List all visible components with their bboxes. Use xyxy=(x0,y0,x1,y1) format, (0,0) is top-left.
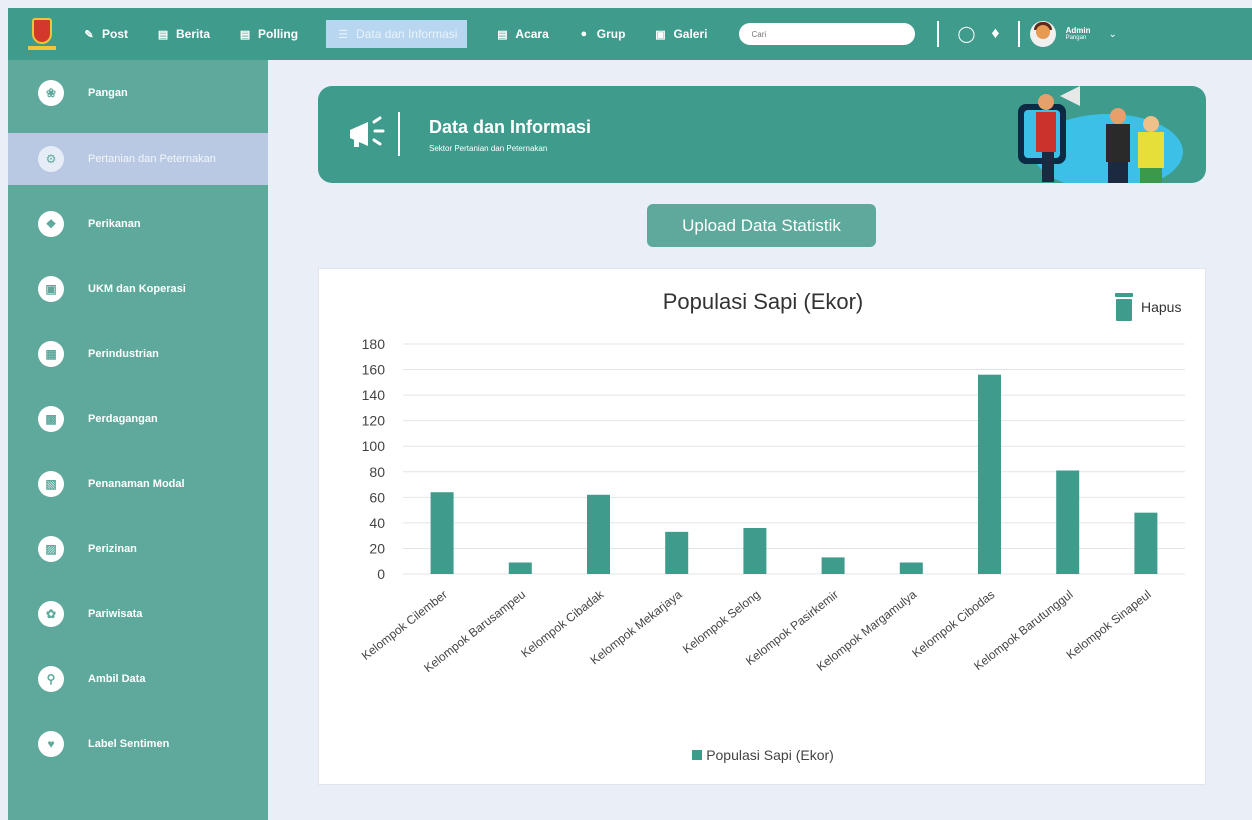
banner-divider xyxy=(398,112,400,156)
nav-galeri[interactable]: ▣ Galeri xyxy=(653,20,707,48)
x-tick-label: Kelompok Selong xyxy=(680,587,763,656)
bell-icon[interactable]: ♦ xyxy=(991,25,999,43)
divider xyxy=(1017,21,1020,47)
logo[interactable] xyxy=(28,18,56,50)
chart-bar xyxy=(1056,470,1080,574)
chart-legend: Populasi Sapi (Ekor) xyxy=(319,747,1207,763)
upload-data-button[interactable]: Upload Data Statistik xyxy=(647,204,876,247)
people-illustration xyxy=(1018,86,1183,183)
sidebar-item-perindustrian[interactable]: ▦ Perindustrian xyxy=(8,321,268,386)
y-tick-label: 160 xyxy=(362,362,386,378)
sidebar-item-label-sentimen[interactable]: ♥ Label Sentimen xyxy=(8,711,268,776)
leaf-icon: ❀ xyxy=(38,79,64,106)
chart-bar xyxy=(665,531,689,574)
x-tick-label: Kelompok Sinapeul xyxy=(1064,587,1154,662)
megaphone-icon xyxy=(350,116,385,147)
legend-label: Populasi Sapi (Ekor) xyxy=(706,747,834,763)
sidebar-item-pariwisata[interactable]: ✿ Pariwisata xyxy=(8,581,268,646)
y-tick-label: 80 xyxy=(369,464,385,480)
y-tick-label: 60 xyxy=(369,489,385,505)
y-tick-label: 20 xyxy=(369,540,385,556)
tractor-icon: ⚙ xyxy=(38,146,64,172)
y-tick-label: 40 xyxy=(369,515,385,531)
chart-bar xyxy=(978,374,1001,574)
sidebar-item-ambil-data[interactable]: ⚲ Ambil Data xyxy=(8,646,268,711)
divider xyxy=(937,21,940,47)
group-icon: ● xyxy=(580,28,588,40)
fish-icon: ❖ xyxy=(38,210,64,237)
store-icon: ▩ xyxy=(38,405,64,432)
sidebar-item-ukm-dan-koperasi[interactable]: ▣ UKM dan Koperasi xyxy=(8,256,268,321)
chart-bar xyxy=(821,557,845,574)
shop-icon: ▣ xyxy=(38,275,64,302)
legend-swatch xyxy=(692,750,703,760)
image-icon: ▣ xyxy=(655,28,666,41)
chart-bar xyxy=(508,562,532,574)
permit-icon: ▨ xyxy=(38,535,64,562)
nav-polling[interactable]: ▤ Polling xyxy=(238,20,298,48)
user-info[interactable]: Admin Pangan xyxy=(1065,26,1091,42)
factory-icon: ▦ xyxy=(38,340,64,367)
list-icon: ☰ xyxy=(338,28,348,41)
chart-bar xyxy=(899,562,923,574)
y-tick-label: 140 xyxy=(362,387,386,403)
sidebar-item-perikanan[interactable]: ❖ Perikanan xyxy=(8,191,268,256)
chevron-down-icon[interactable]: ⌄ xyxy=(1108,29,1116,40)
x-tick-label: Kelompok Cibadak xyxy=(518,587,607,661)
sidebar: ❀ Pangan ⚙ Pertanian dan Peternakan ❖ Perik… xyxy=(8,60,268,820)
y-tick-label: 0 xyxy=(377,566,385,582)
news-icon: ▤ xyxy=(157,28,169,41)
page-banner: Data dan Informasi Sektor Pertanian dan … xyxy=(318,86,1206,183)
nav-acara[interactable]: ▤ Acara xyxy=(495,20,549,48)
y-tick-label: 180 xyxy=(362,336,386,352)
sidebar-item-pangan[interactable]: ❀ Pangan xyxy=(8,60,268,125)
y-tick-label: 120 xyxy=(362,413,386,429)
y-tick-label: 100 xyxy=(362,438,386,454)
chat-icon[interactable]: ◯ xyxy=(957,24,975,44)
nav-grup[interactable]: ● Grup xyxy=(577,20,625,48)
sidebar-item-penanaman-modal[interactable]: ▧ Penanaman Modal xyxy=(8,451,268,516)
sentiment-icon: ♥ xyxy=(38,730,64,757)
avatar[interactable] xyxy=(1029,21,1056,47)
chart-bar xyxy=(743,528,767,574)
page-title: Data dan Informasi xyxy=(429,117,592,137)
user-name: Admin xyxy=(1065,26,1091,35)
chart-bar xyxy=(430,492,454,574)
calendar-icon: ▤ xyxy=(497,28,508,41)
sidebar-item-perizinan[interactable]: ▨ Perizinan xyxy=(8,516,268,581)
globe-search-icon: ⚲ xyxy=(38,665,64,692)
chart-card: Populasi Sapi (Ekor) Hapus 0 20 40 60 80 100 1… xyxy=(318,268,1206,785)
nav-berita[interactable]: ▤ Berita xyxy=(156,20,210,48)
nav-post[interactable]: ✎ Post xyxy=(82,20,128,48)
top-navbar: ✎ Post ▤ Berita ▤ Polling ☰ Data dan Informa… xyxy=(8,8,1252,60)
sidebar-item-perdagangan[interactable]: ▩ Perdagangan xyxy=(8,386,268,451)
post-icon: ✎ xyxy=(84,28,94,41)
user-role: Pangan xyxy=(1065,35,1087,41)
chart-bar xyxy=(587,494,610,574)
x-tick-label: Kelompok Cibodas xyxy=(909,587,997,660)
chart-bar xyxy=(1134,512,1158,574)
tourism-icon: ✿ xyxy=(38,600,64,627)
investment-icon: ▧ xyxy=(38,470,64,497)
page-subtitle: Sektor Pertanian dan Peternakan xyxy=(429,144,548,153)
search-input[interactable] xyxy=(739,23,916,45)
sidebar-item-pertanian-dan-peternakan[interactable]: ⚙ Pertanian dan Peternakan xyxy=(8,133,268,185)
poll-icon: ▤ xyxy=(239,28,251,41)
nav-data-dan-informasi[interactable]: ☰ Data dan Informasi xyxy=(326,20,468,48)
bar-chart: 020406080100120140160180Kelompok Cilembe… xyxy=(359,336,1185,675)
